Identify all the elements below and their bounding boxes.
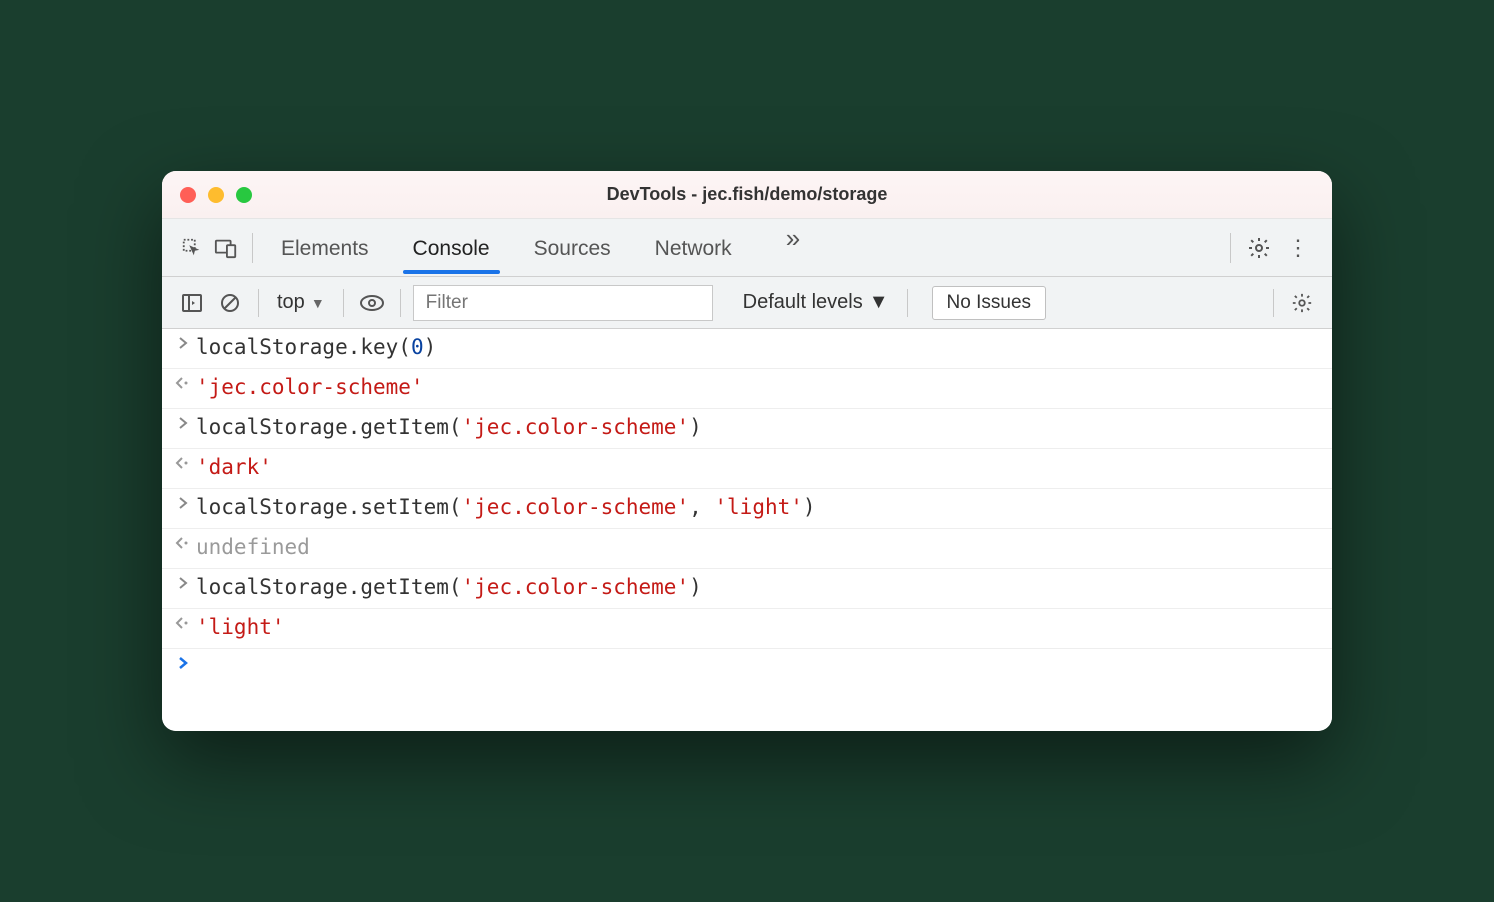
- separator: [258, 289, 259, 317]
- prompt-marker-icon: [172, 655, 196, 671]
- console-input-row[interactable]: localStorage.getItem('jec.color-scheme'): [162, 409, 1332, 449]
- console-prompt-row[interactable]: [162, 649, 1332, 731]
- clear-console-icon[interactable]: [214, 287, 246, 319]
- console-line-content: localStorage.getItem('jec.color-scheme'): [196, 575, 1320, 599]
- console-output-row[interactable]: undefined: [162, 529, 1332, 569]
- console-output-row[interactable]: 'dark': [162, 449, 1332, 489]
- close-window-button[interactable]: [180, 187, 196, 203]
- console-output-row[interactable]: 'light': [162, 609, 1332, 649]
- console-input-row[interactable]: localStorage.key(0): [162, 329, 1332, 369]
- zoom-window-button[interactable]: [236, 187, 252, 203]
- log-levels-selector[interactable]: Default levels ▼: [737, 287, 895, 318]
- output-marker-icon: [172, 375, 196, 391]
- console-line-content: 'jec.color-scheme': [196, 375, 1320, 399]
- input-marker-icon: [172, 495, 196, 511]
- input-marker-icon: [172, 335, 196, 351]
- output-marker-icon: [172, 535, 196, 551]
- console-output-row[interactable]: 'jec.color-scheme': [162, 369, 1332, 409]
- inspect-element-icon[interactable]: [176, 232, 208, 264]
- settings-gear-icon[interactable]: [1243, 232, 1275, 264]
- context-selector[interactable]: top ▼: [271, 287, 331, 318]
- chevron-down-icon: ▼: [869, 291, 889, 314]
- tabbar: Elements Console Sources Network » ⋮: [162, 219, 1332, 277]
- tabs-container: Elements Console Sources Network »: [279, 223, 1220, 273]
- devtools-window: DevTools - jec.fish/demo/storage Element…: [162, 171, 1332, 731]
- input-marker-icon: [172, 415, 196, 431]
- separator: [907, 289, 908, 317]
- tab-sources[interactable]: Sources: [532, 223, 613, 273]
- console-toolbar: top ▼ Default levels ▼ No Issues: [162, 277, 1332, 329]
- console-input-row[interactable]: localStorage.getItem('jec.color-scheme'): [162, 569, 1332, 609]
- console-line-content: 'light': [196, 615, 1320, 639]
- context-label: top: [277, 291, 305, 314]
- live-expression-icon[interactable]: [356, 287, 388, 319]
- console-line-content: localStorage.setItem('jec.color-scheme',…: [196, 495, 1320, 519]
- separator: [252, 233, 253, 263]
- minimize-window-button[interactable]: [208, 187, 224, 203]
- device-toggle-icon[interactable]: [210, 232, 242, 264]
- chevron-down-icon: ▼: [311, 295, 325, 311]
- separator: [400, 289, 401, 317]
- console-line-content: localStorage.key(0): [196, 335, 1320, 359]
- window-title: DevTools - jec.fish/demo/storage: [162, 184, 1332, 205]
- log-levels-label: Default levels: [743, 291, 863, 314]
- console-settings-icon[interactable]: [1286, 287, 1318, 319]
- console-output[interactable]: localStorage.key(0) 'jec.color-scheme' loc…: [162, 329, 1332, 731]
- tabbar-right: ⋮: [1222, 232, 1318, 264]
- console-line-content: localStorage.getItem('jec.color-scheme'): [196, 415, 1320, 439]
- filter-input[interactable]: [413, 285, 713, 321]
- toggle-sidebar-icon[interactable]: [176, 287, 208, 319]
- titlebar: DevTools - jec.fish/demo/storage: [162, 171, 1332, 219]
- more-tabs-icon[interactable]: »: [774, 223, 812, 273]
- tab-network[interactable]: Network: [653, 223, 734, 273]
- traffic-lights: [162, 187, 252, 203]
- more-options-icon[interactable]: ⋮: [1279, 235, 1318, 261]
- tab-elements[interactable]: Elements: [279, 223, 371, 273]
- separator: [1230, 233, 1231, 263]
- output-marker-icon: [172, 455, 196, 471]
- separator: [1273, 289, 1274, 317]
- tab-console[interactable]: Console: [411, 223, 492, 273]
- separator: [343, 289, 344, 317]
- console-input-row[interactable]: localStorage.setItem('jec.color-scheme',…: [162, 489, 1332, 529]
- issues-button[interactable]: No Issues: [932, 286, 1046, 320]
- console-line-content: 'dark': [196, 455, 1320, 479]
- input-marker-icon: [172, 575, 196, 591]
- output-marker-icon: [172, 615, 196, 631]
- console-line-content: undefined: [196, 535, 1320, 559]
